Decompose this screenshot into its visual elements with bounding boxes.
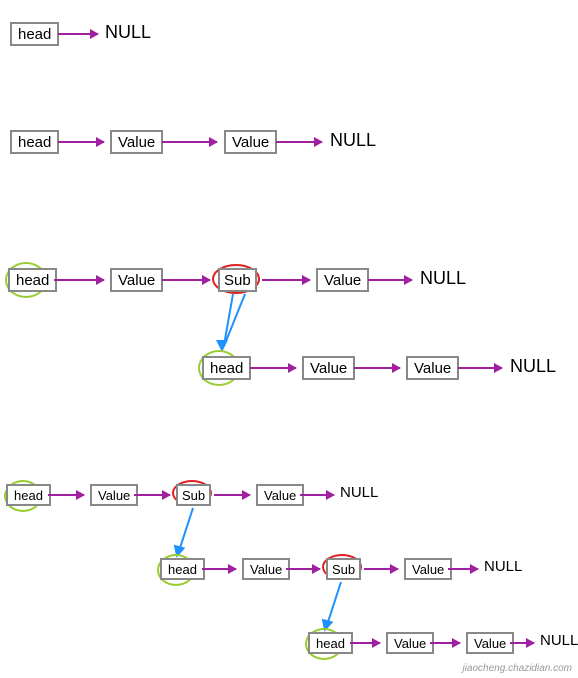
null-label: NULL [340, 484, 378, 501]
arrow-icon [214, 494, 250, 496]
value-node: Value [316, 268, 369, 292]
arrow-icon [350, 642, 380, 644]
arrow-icon [510, 642, 534, 644]
arrow-icon [300, 494, 334, 496]
head-node: head [6, 484, 51, 506]
arrow-icon [58, 141, 104, 143]
null-label: NULL [420, 268, 466, 289]
watermark-label: jiaocheng.chazidian.com [462, 663, 572, 674]
arrow-icon [262, 279, 310, 281]
null-label: NULL [330, 130, 376, 151]
head-node: head [8, 268, 57, 292]
value-node: Value [224, 130, 277, 154]
arrow-icon [162, 141, 217, 143]
value-node: Value [256, 484, 304, 506]
head-node: head [10, 22, 59, 46]
null-label: NULL [484, 558, 522, 575]
value-node: Value [302, 356, 355, 380]
null-label: NULL [105, 22, 151, 43]
sublist-arrow-icon [178, 508, 193, 550]
arrow-icon [58, 33, 98, 35]
arrow-icon [368, 279, 412, 281]
head-node: head [10, 130, 59, 154]
head-node: head [202, 356, 251, 380]
head-node: head [160, 558, 205, 580]
null-label: NULL [540, 632, 578, 649]
arrow-icon [364, 568, 398, 570]
value-node: Value [242, 558, 290, 580]
arrow-icon [286, 568, 320, 570]
null-label: NULL [510, 356, 556, 377]
value-node: Value [110, 268, 163, 292]
value-node: Value [406, 356, 459, 380]
value-node: Value [90, 484, 138, 506]
arrow-icon [430, 642, 460, 644]
sublist-arrow-icon [326, 582, 341, 624]
arrow-icon [54, 279, 104, 281]
arrow-icon [354, 367, 400, 369]
sub-node: Sub [176, 484, 211, 506]
arrow-icon [162, 279, 210, 281]
arrow-icon [250, 367, 296, 369]
arrow-icon [134, 494, 170, 496]
sub-node: Sub [326, 558, 361, 580]
value-node: Value [404, 558, 452, 580]
head-node: head [308, 632, 353, 654]
arrow-icon [458, 367, 502, 369]
arrow-icon [202, 568, 236, 570]
arrow-icon [48, 494, 84, 496]
arrow-icon [276, 141, 322, 143]
value-node: Value [466, 632, 514, 654]
arrow-icon [448, 568, 478, 570]
value-node: Value [386, 632, 434, 654]
sub-node: Sub [218, 268, 257, 292]
value-node: Value [110, 130, 163, 154]
